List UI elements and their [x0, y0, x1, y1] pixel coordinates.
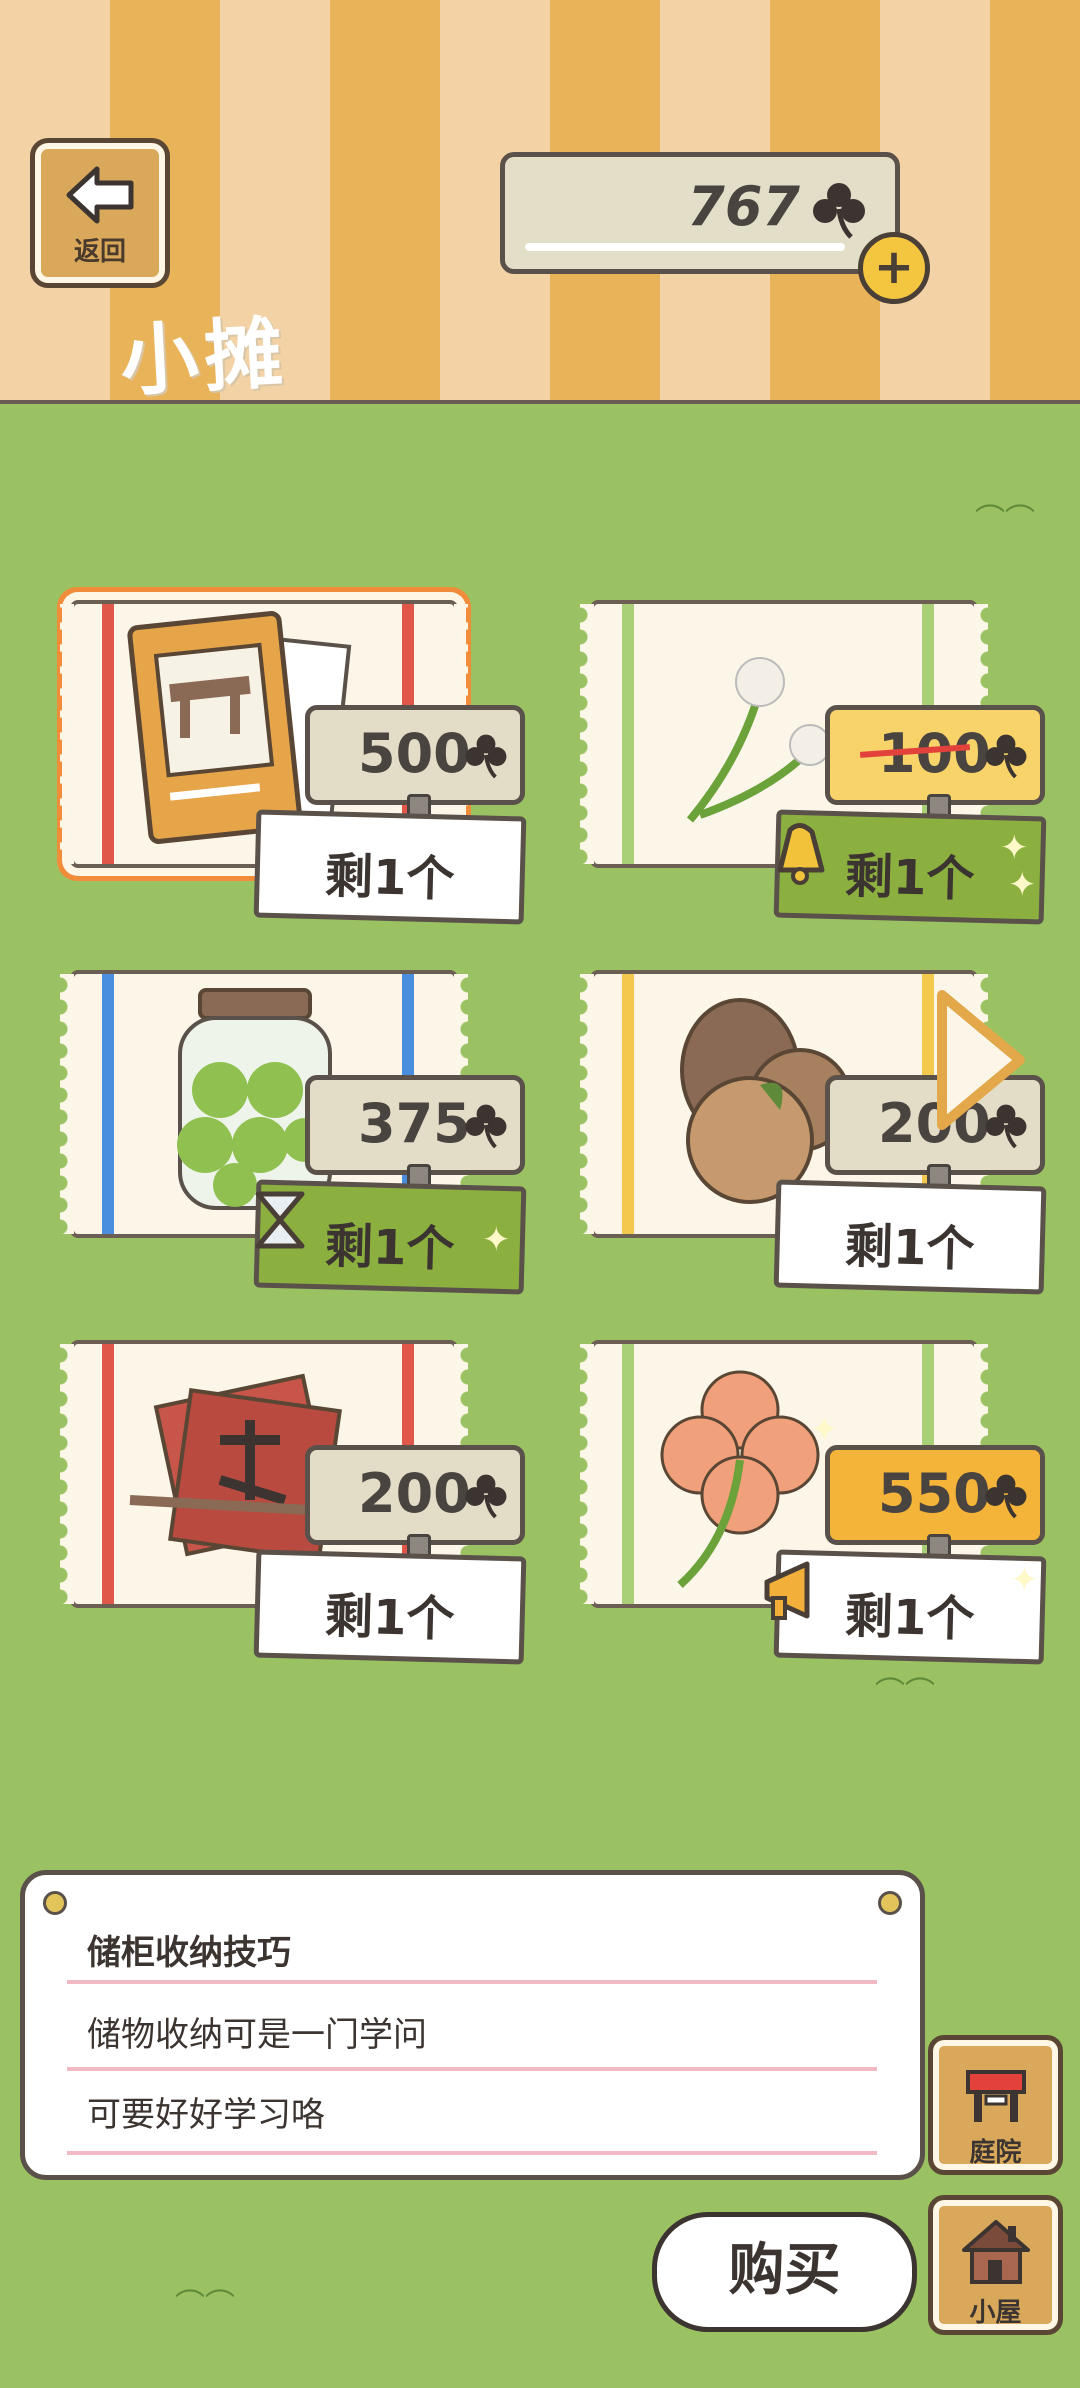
shop-item-pickle-jar[interactable]: 375 剩1个 ✦: [40, 970, 527, 1300]
pin-dot: [43, 1891, 67, 1915]
sparkle-icon: ✦: [482, 1220, 511, 1260]
price-value: 375: [358, 1092, 471, 1155]
sparkle-icon: ✦: [810, 1410, 839, 1450]
back-arrow-icon: [66, 166, 134, 224]
house-label: 小屋: [969, 2298, 1022, 2328]
clover-icon: [813, 183, 865, 239]
sparkle-icon: ✦: [1010, 1560, 1039, 1600]
stock-label: 剩1个: [773, 1179, 1047, 1295]
item-description-panel: 储柜收纳技巧 储物收纳可是一门学问 可要好好学习咯: [20, 1870, 925, 2180]
hourglass-icon: [255, 1191, 305, 1249]
price-value: 200: [358, 1462, 471, 1525]
grass-decoration: ⌒⌒: [175, 2288, 235, 2323]
sparkle-icon: ✦: [1000, 828, 1029, 868]
yard-icon: [966, 2070, 1026, 2122]
pin-dot: [878, 1891, 902, 1915]
clover-icon: [465, 734, 507, 779]
megaphone-icon: [764, 1561, 810, 1620]
yard-label: 庭院: [969, 2138, 1022, 2168]
yard-button[interactable]: 庭院: [928, 2035, 1063, 2175]
shop-item-four-leaf-clover[interactable]: 550 剩1个 ✦ ✦: [560, 1340, 1047, 1670]
stock-label: 剩1个: [253, 809, 527, 925]
house-icon: [962, 2220, 1030, 2284]
back-label: 返回: [73, 237, 126, 267]
sparkle-icon: ✦: [1008, 865, 1037, 905]
description-line-2: 可要好好学习咯: [87, 2095, 325, 2135]
clover-count: 767: [687, 175, 800, 238]
price-tag-sale: 100: [825, 705, 1045, 824]
stock-text: 剩1个: [324, 848, 456, 908]
clover-balance: 767: [500, 152, 900, 274]
stock-text: 剩1个: [324, 1588, 456, 1648]
price-tag: 375: [305, 1075, 525, 1194]
price-tag: 500: [305, 705, 525, 824]
clover-icon: [985, 734, 1027, 779]
ruled-line: [67, 2151, 877, 2155]
balance-bar-highlight: [525, 243, 845, 251]
grass-decoration: ⌒⌒: [875, 1676, 935, 1711]
shop-item-calligraphy[interactable]: 200 剩1个: [40, 1340, 527, 1670]
back-button[interactable]: 返回: [30, 138, 170, 288]
page-title: 小摊: [118, 308, 291, 408]
price-value: 500: [358, 722, 471, 785]
shop-item-book[interactable]: 500 剩1个: [40, 600, 527, 930]
ruled-line: [67, 2067, 877, 2071]
clover-icon: [465, 1474, 507, 1519]
item-title: 储柜收纳技巧: [87, 1933, 291, 1973]
clover-icon: [985, 1474, 1027, 1519]
ruled-line: [67, 1980, 877, 1984]
stock-text: 剩1个: [844, 1218, 976, 1278]
price-tag: 200: [305, 1445, 525, 1564]
next-page-arrow-icon[interactable]: [932, 985, 1032, 1135]
grass-decoration: ⌒⌒: [975, 503, 1035, 538]
shop-item-dandelions[interactable]: 100 剩1个 ✦ ✦: [560, 600, 1047, 930]
price-value: 550: [878, 1462, 991, 1525]
price-tag-special: 550: [825, 1445, 1045, 1564]
description-line-1: 储物收纳可是一门学问: [87, 2015, 427, 2055]
bell-icon: [777, 823, 825, 885]
clover-icon: [465, 1104, 507, 1149]
buy-button[interactable]: 购买: [652, 2212, 917, 2332]
shop-header: 返回 小摊 767 +: [0, 0, 1080, 407]
house-button[interactable]: 小屋: [928, 2195, 1063, 2335]
add-clovers-button[interactable]: +: [858, 232, 930, 304]
stock-label: 剩1个: [253, 1549, 527, 1665]
